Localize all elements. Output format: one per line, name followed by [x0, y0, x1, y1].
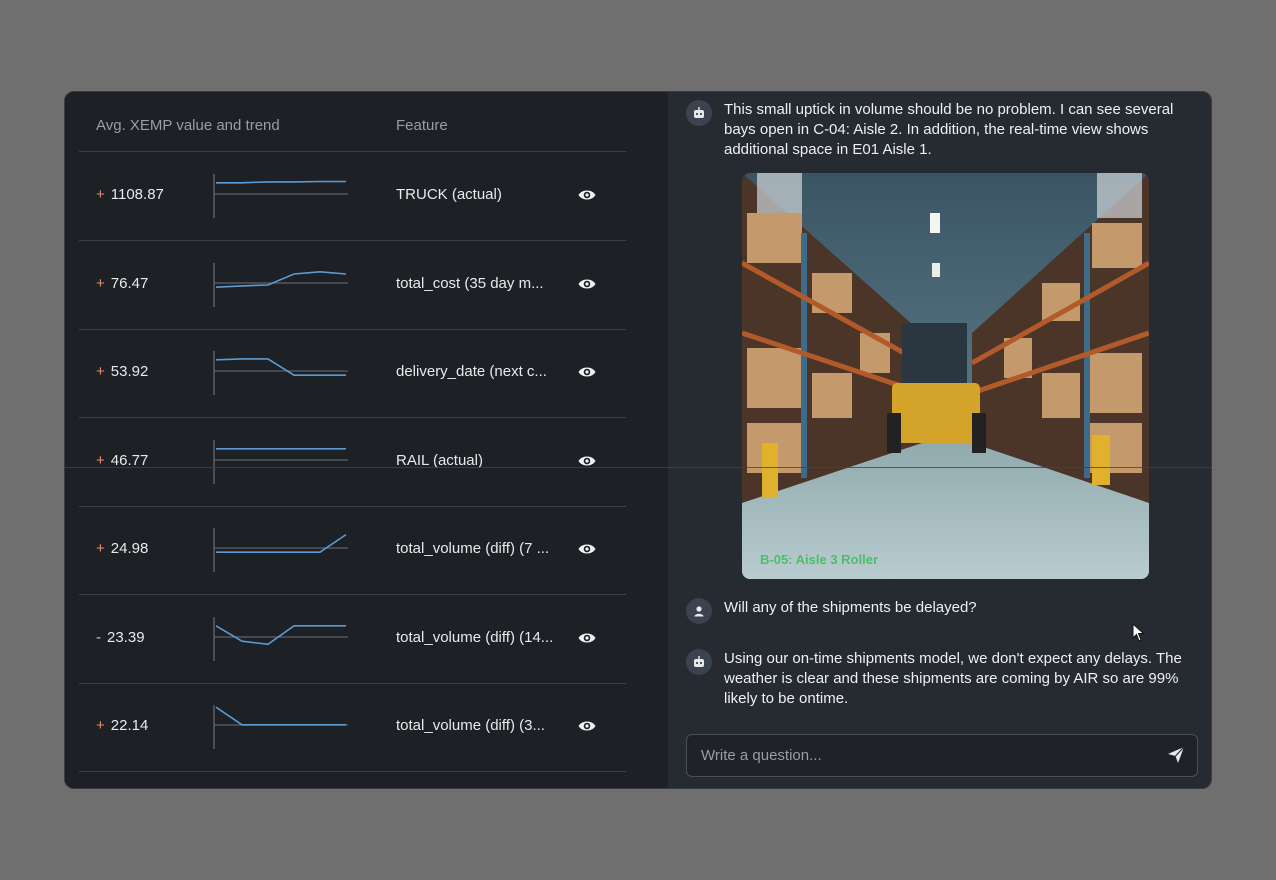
header-feature: Feature — [396, 117, 448, 134]
value-sign: + — [96, 274, 105, 292]
table-row[interactable]: +46.77 RAIL (actual) — [79, 418, 626, 507]
value-number: 1108.87 — [110, 186, 164, 203]
image-caption: B-05: Aisle 3 Roller — [760, 552, 879, 567]
value-number: 22.14 — [110, 717, 149, 734]
value-number: 53.92 — [110, 363, 149, 380]
warehouse-camera-image[interactable]: B-05: Aisle 3 Roller — [742, 173, 1149, 579]
value-number: 24.98 — [110, 540, 149, 557]
xemp-value: +22.14 — [96, 717, 148, 734]
value-sign: - — [96, 628, 101, 646]
value-number: 23.39 — [107, 628, 145, 646]
trend-sparkline — [213, 616, 348, 661]
trend-line — [215, 706, 346, 726]
xemp-value: +46.77 — [96, 452, 148, 469]
trend-sparkline — [213, 351, 348, 395]
xemp-value: +76.47 — [96, 275, 148, 292]
eye-icon[interactable] — [577, 628, 597, 648]
value-sign: + — [96, 451, 105, 469]
xemp-value: +24.98 — [96, 540, 148, 557]
feature-name: delivery_date (next c... — [396, 363, 547, 380]
trend-line — [216, 180, 346, 184]
feature-name: total_volume (diff) (14... — [396, 628, 554, 646]
table-row[interactable]: +24.98 total_volume (diff) (7 ... — [79, 506, 626, 595]
trend-sparkline — [213, 174, 348, 218]
eye-icon[interactable] — [577, 185, 597, 205]
trend-sparkline — [213, 439, 348, 484]
trend-line — [216, 533, 347, 554]
trend-sparkline — [213, 262, 348, 307]
value-sign: + — [96, 717, 105, 734]
table-header: Avg. XEMP value and trend Feature — [79, 92, 626, 152]
chat-panel: This small uptick in volume should be no… — [668, 92, 1211, 788]
bot-message-text: This small uptick in volume should be no… — [724, 101, 1174, 158]
eye-icon[interactable] — [577, 539, 597, 559]
question-input-box[interactable] — [686, 734, 1198, 777]
table-row[interactable]: -23.39 total_volume (diff) (14... — [79, 595, 626, 684]
xemp-value: +1108.87 — [96, 186, 164, 203]
value-number: 76.47 — [110, 274, 149, 292]
table-row[interactable]: +22.14 total_volume (diff) (3... — [79, 683, 626, 772]
eye-icon[interactable] — [577, 362, 597, 382]
eye-icon[interactable] — [577, 274, 597, 294]
feature-name: TRUCK (actual) — [396, 186, 502, 203]
feature-name: total_volume (diff) (3... — [396, 717, 545, 734]
table-row[interactable]: +53.92 delivery_date (next c... — [79, 329, 626, 418]
table-row[interactable]: +1108.87 TRUCK (actual) — [79, 152, 626, 241]
value-sign: + — [96, 363, 105, 380]
robot-icon — [686, 649, 712, 675]
trend-sparkline — [213, 705, 348, 749]
trend-line — [215, 358, 346, 377]
feature-table: Avg. XEMP value and trend Feature +1108.… — [65, 92, 668, 788]
trend-sparkline — [213, 528, 348, 572]
feature-name: total_volume (diff) (7 ... — [396, 540, 550, 557]
app-window: Avg. XEMP value and trend Feature +1108.… — [64, 91, 1212, 789]
user-icon — [686, 598, 712, 624]
value-number: 46.77 — [110, 451, 149, 469]
question-input[interactable] — [699, 735, 1143, 776]
robot-icon — [686, 100, 712, 126]
table-row[interactable]: +76.47 total_cost (35 day m... — [79, 241, 626, 330]
trend-line — [215, 270, 347, 288]
xemp-value: +53.92 — [96, 363, 148, 380]
eye-icon[interactable] — [577, 716, 597, 736]
trend-line — [215, 624, 346, 645]
value-sign: + — [96, 540, 105, 557]
header-xemp-value: Avg. XEMP value and trend — [96, 117, 280, 134]
send-icon[interactable] — [1167, 746, 1185, 764]
divider-line — [65, 467, 1211, 468]
value-sign: + — [96, 186, 105, 203]
user-message-text: Will any of the shipments be delayed? — [724, 599, 977, 616]
bot-message-text: Using our on-time shipments model, we do… — [724, 650, 1182, 707]
xemp-value: -23.39 — [96, 629, 145, 646]
mouse-cursor-icon — [1132, 623, 1145, 642]
feature-name: total_cost (35 day m... — [396, 274, 544, 292]
feature-name: RAIL (actual) — [396, 451, 483, 469]
